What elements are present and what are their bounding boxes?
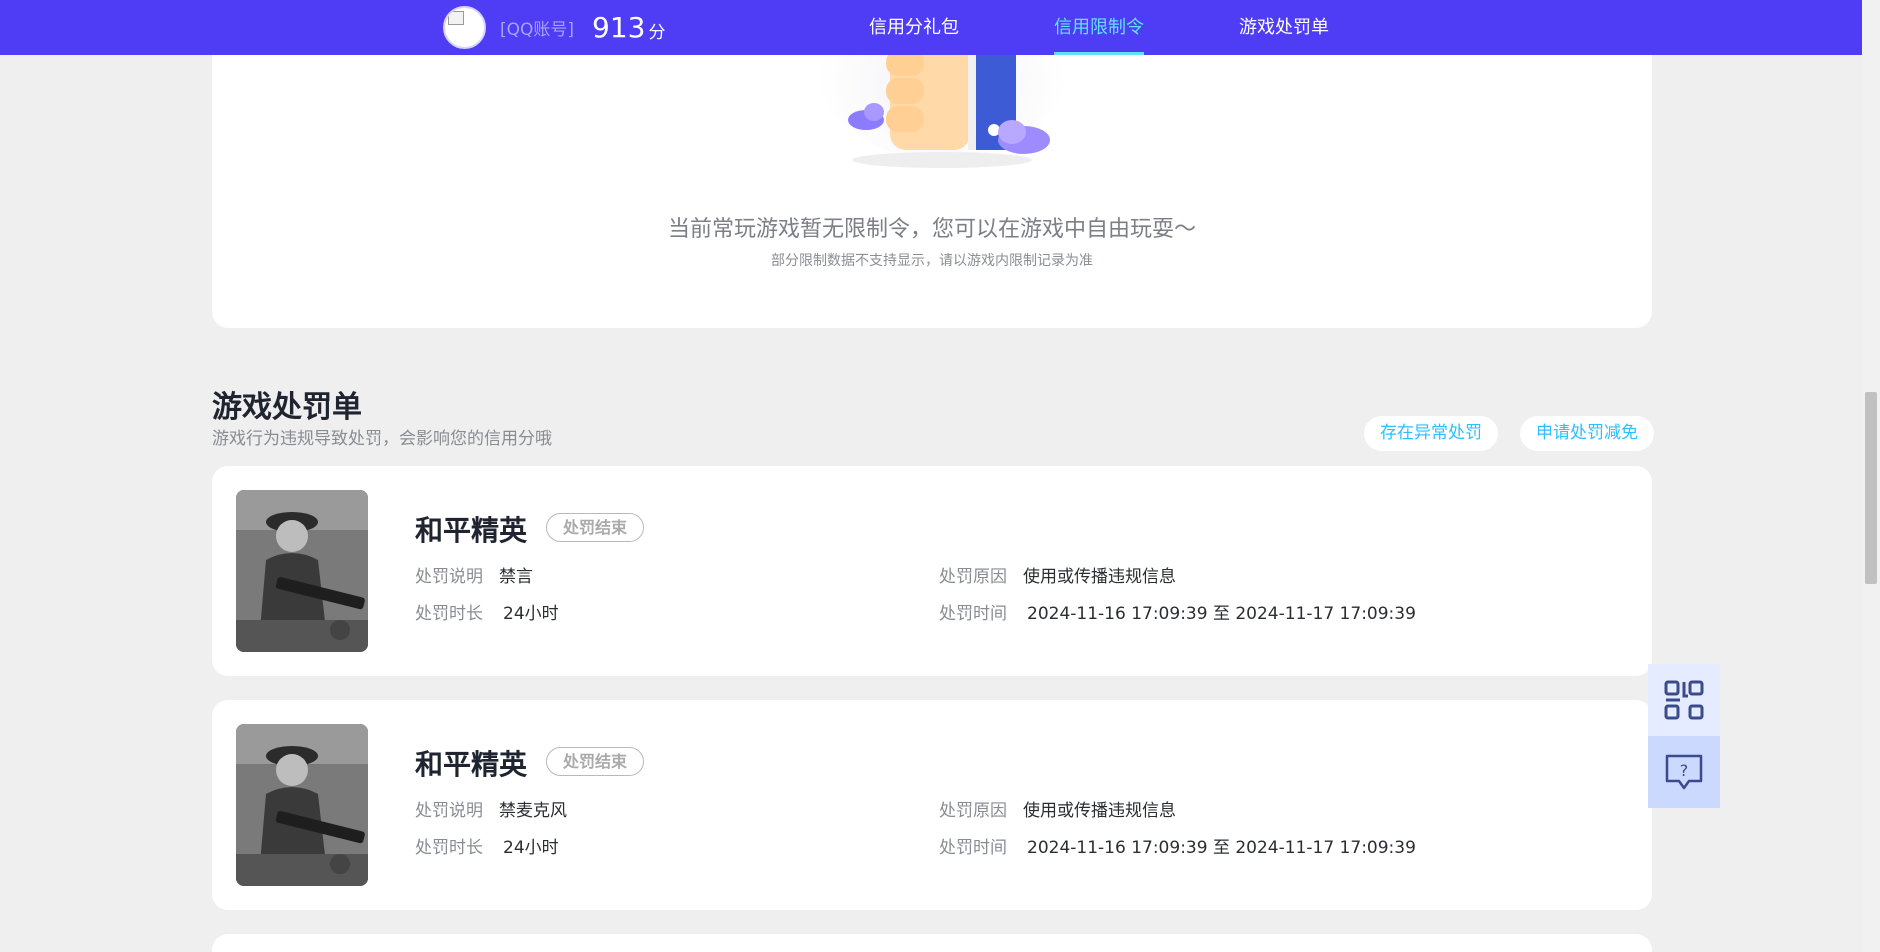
empty-restriction-title: 当前常玩游戏暂无限制令，您可以在游戏中自由玩耍～ bbox=[667, 217, 1196, 242]
top-nav-bar: [QQ账号] 913 分 信用分礼包 信用限制令 游戏处罚单 bbox=[0, 0, 1862, 55]
penalty-section-subtitle: 游戏行为违规导致处罚，会影响您的信用分哦 bbox=[212, 429, 552, 449]
game-cover-image bbox=[236, 490, 368, 652]
game-name: 和平精英 bbox=[415, 514, 528, 547]
apply-penalty-reduction-button[interactable]: 申请处罚减免 bbox=[1520, 416, 1654, 451]
penalty-reason-row: 处罚原因 使用或传播违规信息 bbox=[939, 562, 1176, 587]
penalty-time-value: 2024-11-16 17:09:39 至 2024-11-17 17:09:3… bbox=[1027, 604, 1416, 624]
penalty-card[interactable]: 和平精英 处罚结束 处罚说明 禁言 处罚时长 24小时 处罚原因 使用或传播违规信息 … bbox=[212, 466, 1652, 676]
penalty-reason-label: 处罚原因 bbox=[939, 567, 1007, 587]
penalty-description-row: 处罚说明 禁言 bbox=[415, 562, 533, 587]
game-name: 和平精英 bbox=[415, 748, 528, 781]
qr-code-button[interactable] bbox=[1648, 664, 1720, 736]
penalty-status-badge: 处罚结束 bbox=[546, 747, 645, 776]
qr-code-icon bbox=[1664, 680, 1704, 720]
penalty-time-label: 处罚时间 bbox=[939, 604, 1007, 624]
penalty-reason-label: 处罚原因 bbox=[939, 801, 1007, 821]
broken-image-icon bbox=[448, 11, 464, 25]
penalty-card[interactable] bbox=[212, 934, 1652, 952]
tab-credit-restriction[interactable]: 信用限制令 bbox=[1054, 0, 1144, 55]
tab-credit-gift[interactable]: 信用分礼包 bbox=[869, 0, 959, 55]
penalty-description-row: 处罚说明 禁麦克风 bbox=[415, 796, 567, 821]
credit-score-value: 913 bbox=[592, 11, 646, 44]
penalty-description-label: 处罚说明 bbox=[415, 801, 483, 821]
svg-text:?: ? bbox=[1680, 761, 1689, 780]
credit-score-unit: 分 bbox=[648, 23, 666, 43]
penalty-reason-value: 使用或传播违规信息 bbox=[1023, 801, 1176, 821]
penalty-duration-label: 处罚时长 bbox=[415, 838, 483, 858]
penalty-card[interactable]: 和平精英 处罚结束 处罚说明 禁麦克风 处罚时长 24小时 处罚原因 使用或传播违规信… bbox=[212, 700, 1652, 910]
penalty-duration-label: 处罚时长 bbox=[415, 604, 483, 624]
empty-restriction-note: 部分限制数据不支持显示，请以游戏内限制记录为准 bbox=[771, 253, 1093, 269]
side-toolbar: ? bbox=[1648, 664, 1720, 808]
penalty-duration-value: 24小时 bbox=[503, 604, 559, 624]
help-chat-icon: ? bbox=[1665, 754, 1703, 790]
penalty-description-value: 禁言 bbox=[499, 567, 533, 587]
penalty-time-label: 处罚时间 bbox=[939, 838, 1007, 858]
penalty-duration-row: 处罚时长 24小时 bbox=[415, 599, 559, 624]
penalty-reason-value: 使用或传播违规信息 bbox=[1023, 567, 1176, 587]
account-info: [QQ账号] 913 分 bbox=[443, 0, 665, 55]
help-feedback-button[interactable]: ? bbox=[1648, 736, 1720, 808]
penalty-time-row: 处罚时间 2024-11-16 17:09:39 至 2024-11-17 17:… bbox=[939, 833, 1416, 858]
penalty-duration-value: 24小时 bbox=[503, 838, 559, 858]
abnormal-penalty-button[interactable]: 存在异常处罚 bbox=[1364, 416, 1498, 451]
game-cover-image bbox=[236, 724, 368, 886]
penalty-description-value: 禁麦克风 bbox=[499, 801, 567, 821]
page-scrollbar[interactable] bbox=[1862, 0, 1880, 952]
avatar[interactable] bbox=[443, 6, 486, 49]
tab-game-penalty[interactable]: 游戏处罚单 bbox=[1239, 0, 1329, 55]
account-type-label: [QQ账号] bbox=[500, 20, 575, 40]
penalty-time-row: 处罚时间 2024-11-16 17:09:39 至 2024-11-17 17:… bbox=[939, 599, 1416, 624]
scrollbar-thumb[interactable] bbox=[1865, 392, 1877, 584]
penalty-section-title: 游戏处罚单 bbox=[212, 390, 362, 425]
penalty-reason-row: 处罚原因 使用或传播违规信息 bbox=[939, 796, 1176, 821]
penalty-status-badge: 处罚结束 bbox=[546, 513, 645, 542]
penalty-time-value: 2024-11-16 17:09:39 至 2024-11-17 17:09:3… bbox=[1027, 838, 1416, 858]
penalty-duration-row: 处罚时长 24小时 bbox=[415, 833, 559, 858]
penalty-description-label: 处罚说明 bbox=[415, 567, 483, 587]
